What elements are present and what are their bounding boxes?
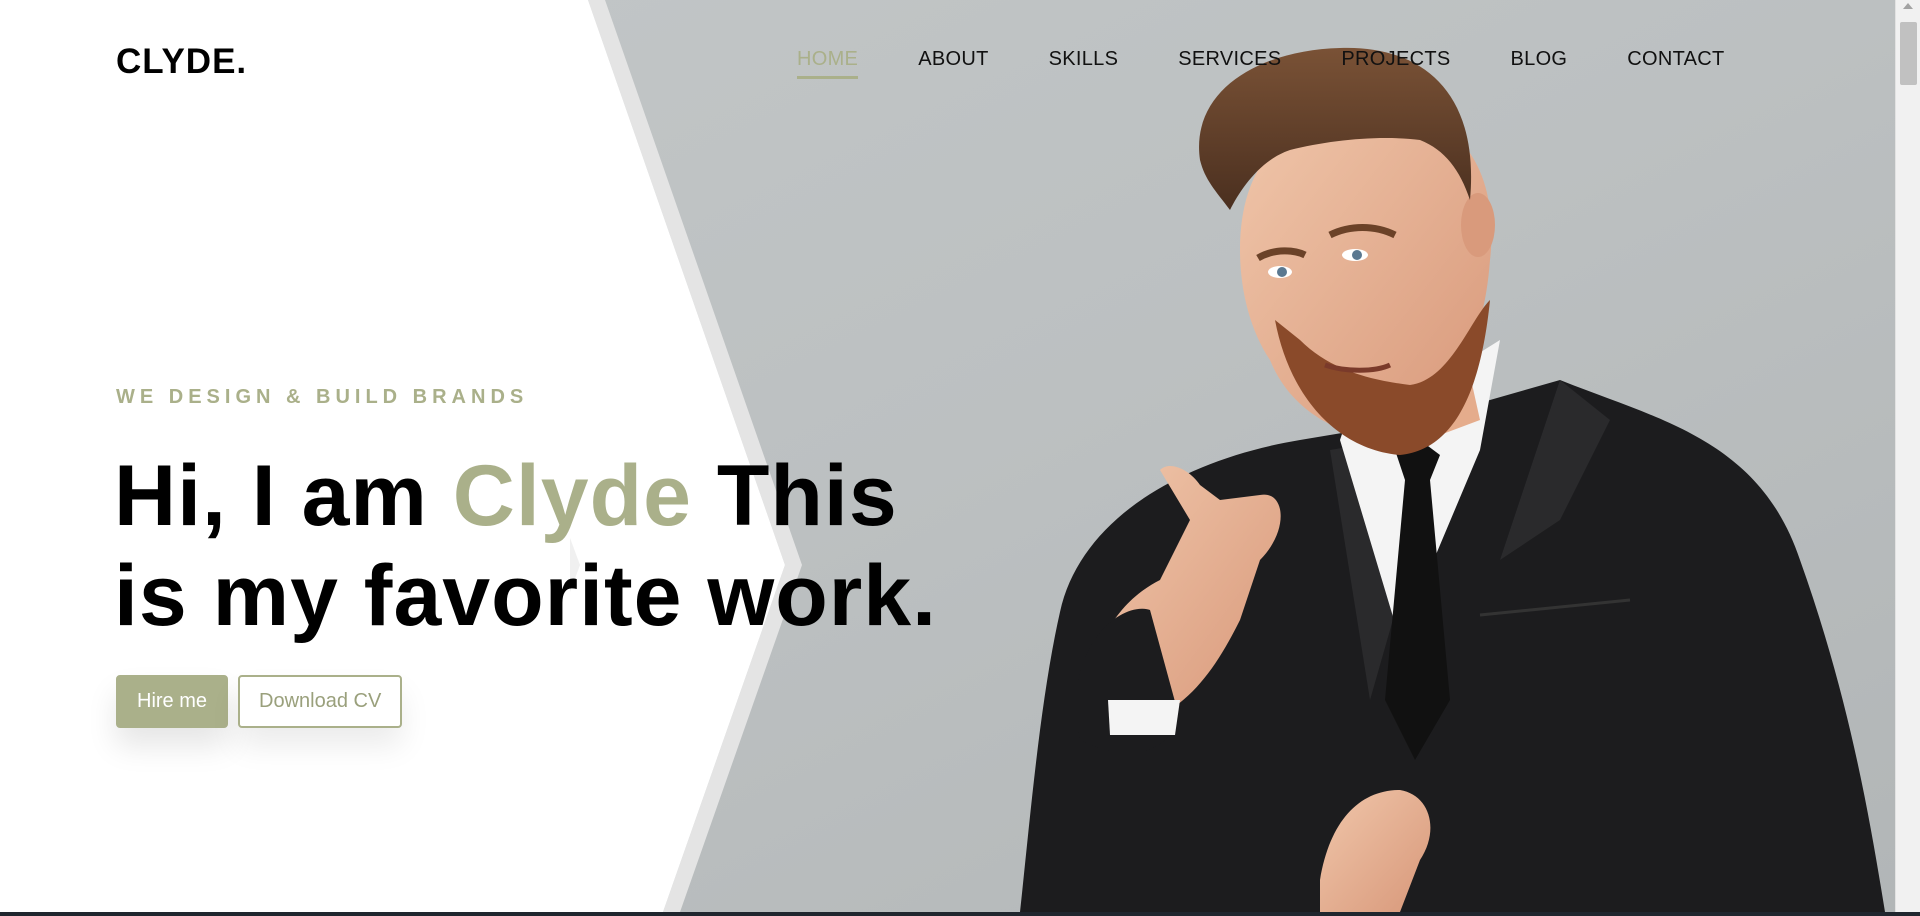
hero-tagline: WE DESIGN & BUILD BRANDS xyxy=(116,386,529,408)
headline-text-1: Hi, I am xyxy=(114,448,453,544)
download-cv-button[interactable]: Download CV xyxy=(238,675,403,728)
site-logo[interactable]: CLYDE. xyxy=(116,42,247,82)
headline-text-3: is my favorite work. xyxy=(114,548,937,644)
main-nav: HOME ABOUT SKILLS SERVICES PROJECTS BLOG… xyxy=(797,48,1785,79)
nav-item-about[interactable]: ABOUT xyxy=(918,48,988,79)
nav-item-projects[interactable]: PROJECTS xyxy=(1341,48,1450,79)
nav-item-home[interactable]: HOME xyxy=(797,48,859,79)
scrollbar-thumb[interactable] xyxy=(1900,22,1917,85)
nav-item-blog[interactable]: BLOG xyxy=(1511,48,1568,79)
page: CLYDE. HOME ABOUT SKILLS SERVICES PROJEC… xyxy=(0,0,1920,916)
nav-item-contact[interactable]: CONTACT xyxy=(1627,48,1724,79)
headline-text-2: This xyxy=(691,448,898,544)
headline-name: Clyde xyxy=(452,448,692,544)
hire-me-button[interactable]: Hire me xyxy=(116,675,229,728)
bottom-edge xyxy=(0,912,1920,916)
nav-item-skills[interactable]: SKILLS xyxy=(1049,48,1119,79)
scroll-up-arrow-icon[interactable] xyxy=(1903,3,1913,9)
nav-item-services[interactable]: SERVICES xyxy=(1178,48,1281,79)
hero-buttons: Hire me Download CV xyxy=(116,675,403,728)
vertical-scrollbar[interactable] xyxy=(1895,0,1920,912)
hero-headline: Hi, I am Clyde This is my favorite work. xyxy=(114,446,937,646)
